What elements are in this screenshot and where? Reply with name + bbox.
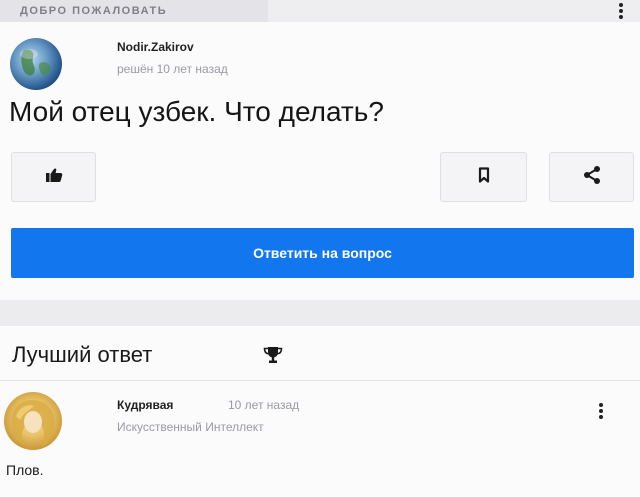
answer-text: Плов. xyxy=(6,462,44,478)
question-author[interactable]: Nodir.Zakirov xyxy=(117,40,194,54)
welcome-banner: ДОБРО ПОЖАЛОВАТЬ xyxy=(0,0,268,22)
question-title: Мой отец узбек. Что делать? xyxy=(9,96,384,127)
answer-question-button[interactable]: Ответить на вопрос xyxy=(11,228,634,278)
share-button[interactable] xyxy=(549,152,634,202)
question-meta: решён 10 лет назад xyxy=(117,62,228,76)
answer-avatar[interactable] xyxy=(4,392,62,450)
share-icon xyxy=(582,165,602,189)
avatar[interactable] xyxy=(10,38,62,90)
more-vertical-icon[interactable] xyxy=(612,2,630,20)
section-divider xyxy=(0,300,640,326)
more-vertical-icon[interactable] xyxy=(592,400,610,422)
thumbs-up-icon xyxy=(45,167,63,188)
divider xyxy=(0,380,640,381)
answer-author-role: Искусственный Интеллект xyxy=(117,420,264,434)
answer-time: 10 лет назад xyxy=(228,398,300,412)
like-button[interactable] xyxy=(11,152,96,202)
trophy-icon xyxy=(262,346,284,369)
answer-author[interactable]: Кудрявая xyxy=(117,398,173,412)
best-answer-title: Лучший ответ xyxy=(12,342,153,367)
bookmark-icon xyxy=(478,166,490,188)
bookmark-button[interactable] xyxy=(440,152,527,202)
